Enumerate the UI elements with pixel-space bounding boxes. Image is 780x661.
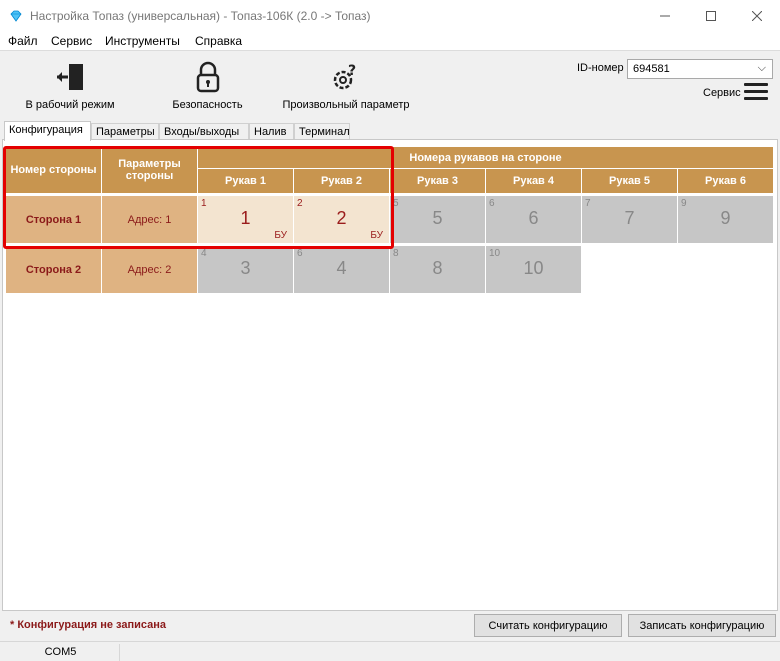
hose-cell[interactable]: 10 10: [486, 246, 581, 293]
service-menu-icon[interactable]: [744, 83, 768, 103]
title-bar: Настройка Топаз (универсальная) - Топаз-…: [0, 0, 780, 32]
side-1-address[interactable]: Адрес: 1: [102, 196, 197, 243]
side-2-name[interactable]: Сторона 2: [6, 246, 101, 293]
security-button[interactable]: Безопасность: [160, 57, 255, 115]
hose-cell[interactable]: 2 2 БУ: [294, 196, 389, 243]
maximize-icon: [706, 11, 716, 21]
header-hose-2: Рукав 2: [294, 169, 389, 193]
hose-number: 4: [336, 258, 347, 278]
toolbar: В рабочий режим Безопасность ? Произволь…: [0, 50, 780, 118]
service-label: Сервис: [703, 87, 741, 99]
window-title: Настройка Топаз (универсальная) - Топаз-…: [30, 9, 371, 23]
id-number-label: ID-номер: [577, 62, 624, 74]
hose-number: 9: [720, 208, 731, 228]
hose-number: 3: [240, 258, 251, 278]
chevron-down-icon: ⌵: [757, 62, 766, 74]
status-bar: COM5: [0, 641, 780, 661]
hose-cell[interactable]: 6 6: [486, 196, 581, 243]
side-1-name[interactable]: Сторона 1: [6, 196, 101, 243]
hose-number: 1: [240, 208, 251, 228]
id-number-select[interactable]: 694581 ⌵: [627, 59, 773, 79]
header-side-number: Номер стороны: [6, 147, 101, 193]
menu-file[interactable]: Файл: [8, 34, 38, 48]
work-mode-label: В рабочий режим: [25, 99, 115, 111]
hose-cell[interactable]: 8 8: [390, 246, 485, 293]
hose-number: 2: [336, 208, 347, 228]
tab-configuration[interactable]: Конфигурация: [4, 121, 91, 141]
hose-cell[interactable]: 5 5: [390, 196, 485, 243]
tab-parameters[interactable]: Параметры: [91, 123, 159, 140]
com-port-status: COM5: [2, 644, 120, 661]
custom-param-label: Произвольный параметр: [282, 99, 410, 111]
hose-cell[interactable]: 4 3: [198, 246, 293, 293]
svg-text:?: ?: [348, 63, 356, 79]
hose-cell[interactable]: 6 4: [294, 246, 389, 293]
header-side-params: Параметры стороны: [102, 147, 197, 193]
header-hose-1: Рукав 1: [198, 169, 293, 193]
read-config-button[interactable]: Считать конфигурацию: [474, 614, 622, 637]
header-hose-5: Рукав 5: [582, 169, 677, 193]
write-config-button[interactable]: Записать конфигурацию: [628, 614, 776, 637]
lock-icon: [196, 61, 219, 93]
menu-tools[interactable]: Инструменты: [105, 34, 180, 48]
tab-terminal[interactable]: Терминал: [294, 123, 350, 140]
hose-number: 7: [624, 208, 635, 228]
header-hose-4: Рукав 4: [486, 169, 581, 193]
close-button[interactable]: [734, 0, 780, 32]
tab-io[interactable]: Входы/выходы: [159, 123, 249, 140]
header-hose-3: Рукав 3: [390, 169, 485, 193]
header-hose-6: Рукав 6: [678, 169, 773, 193]
hose-cell[interactable]: 7 7: [582, 196, 677, 243]
unsaved-warning: * Конфигурация не записана: [10, 619, 166, 631]
custom-param-button[interactable]: ? Произвольный параметр: [280, 57, 412, 115]
tab-filling[interactable]: Налив: [249, 123, 294, 140]
close-icon: [752, 11, 762, 21]
exit-door-icon: [57, 64, 83, 90]
minimize-icon: [660, 15, 670, 17]
hose-number: 6: [528, 208, 539, 228]
side-2-address[interactable]: Адрес: 2: [102, 246, 197, 293]
hose-number: 10: [523, 258, 544, 278]
menu-bar: Файл Сервис Инструменты Справка: [0, 32, 780, 50]
menu-help[interactable]: Справка: [195, 34, 242, 48]
menu-service[interactable]: Сервис: [51, 34, 92, 48]
hose-number: 5: [432, 208, 443, 228]
hose-number: 8: [432, 258, 443, 278]
id-number-value: 694581: [633, 63, 670, 75]
app-gem-icon: [10, 10, 22, 22]
work-mode-button[interactable]: В рабочий режим: [20, 57, 120, 115]
header-hoses: Номера рукавов на стороне: [198, 147, 773, 168]
hose-cell[interactable]: 1 1 БУ: [198, 196, 293, 243]
gear-question-icon: ?: [333, 63, 356, 90]
hose-tag: БУ: [274, 230, 287, 241]
maximize-button[interactable]: [688, 0, 734, 32]
security-label: Безопасность: [172, 99, 243, 111]
hose-cell[interactable]: 9 9: [678, 196, 773, 243]
hose-tag: БУ: [370, 230, 383, 241]
minimize-button[interactable]: [642, 0, 688, 32]
